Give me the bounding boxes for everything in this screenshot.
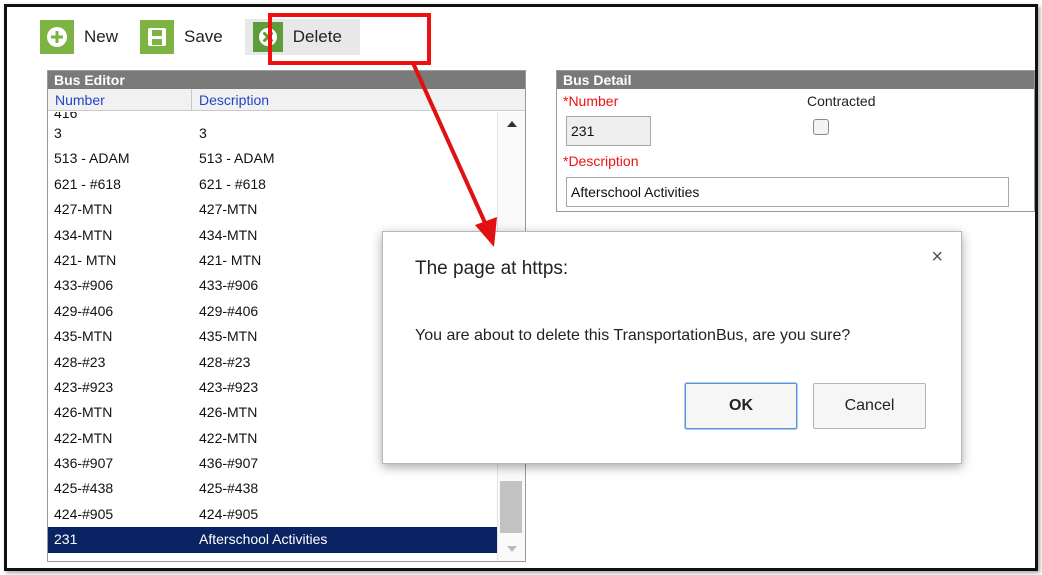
number-field[interactable]: 231 <box>566 116 651 146</box>
row-number: 426-MTN <box>54 404 113 421</box>
floppy-disk-icon <box>140 20 175 54</box>
row-description: 3 <box>199 125 207 141</box>
row-number: 416 <box>54 112 78 121</box>
row-number: 424-#905 <box>54 505 114 522</box>
scrollbar-thumb[interactable] <box>500 481 522 533</box>
dialog-message: You are about to delete this Transportat… <box>415 327 851 344</box>
save-button[interactable]: Save <box>140 17 233 57</box>
redacted-url-area <box>603 246 911 292</box>
table-row[interactable]: 425-#438 425-#438 <box>48 476 497 501</box>
row-description: 513 - ADAM <box>199 150 275 167</box>
row-number: 428-#23 <box>54 353 106 370</box>
description-label: *Description <box>563 153 639 169</box>
plus-circle-icon <box>40 20 74 54</box>
row-number: 427-MTN <box>54 201 113 218</box>
row-number: 434-MTN <box>54 226 113 243</box>
scroll-down-arrow-icon[interactable] <box>507 546 517 552</box>
row-number: 621 - #618 <box>54 175 121 192</box>
column-headers: Number Description <box>48 89 525 111</box>
description-field[interactable]: Afterschool Activities <box>566 177 1009 207</box>
close-icon[interactable]: × <box>931 246 943 269</box>
list-item[interactable]: 416 <box>48 112 497 121</box>
row-description: 427-MTN <box>199 201 258 218</box>
table-row[interactable]: 424-#905 424-#905 <box>48 502 497 527</box>
row-description <box>199 112 497 121</box>
save-button-label: Save <box>184 27 223 46</box>
number-label: *Number <box>563 93 619 109</box>
row-description: Afterschool Activities <box>199 531 328 548</box>
table-row[interactable]: 513 - ADAM 513 - ADAM <box>48 146 497 171</box>
bus-detail-title: Bus Detail <box>557 71 1034 89</box>
row-number: 423-#923 <box>54 378 114 395</box>
column-header-number[interactable]: Number <box>48 89 192 110</box>
row-number: 425-#438 <box>54 480 114 497</box>
new-button[interactable]: New <box>40 17 128 57</box>
table-row[interactable]: 427-MTN 427-MTN <box>48 197 497 222</box>
row-number: 3 <box>54 125 62 141</box>
row-number: 433-#906 <box>54 277 114 294</box>
scroll-up-arrow-icon[interactable] <box>507 121 517 127</box>
row-number: 422-MTN <box>54 429 113 446</box>
row-number: 513 - ADAM <box>54 150 130 167</box>
annotation-highlight-box <box>268 13 431 65</box>
ok-button[interactable]: OK <box>685 383 797 429</box>
new-button-label: New <box>84 27 119 46</box>
row-number: 429-#406 <box>54 302 114 319</box>
row-number: 436-#907 <box>54 455 114 472</box>
row-number: 231 <box>54 531 78 548</box>
row-number: 421- MTN <box>54 251 117 268</box>
bus-detail-panel: Bus Detail *Number 231 Contracted *Descr… <box>556 70 1035 212</box>
row-description: 424-#905 <box>199 505 259 522</box>
row-description: 425-#438 <box>199 480 259 497</box>
table-row[interactable]: 621 - #618 621 - #618 <box>48 172 497 197</box>
table-row[interactable]: 33 <box>48 121 497 146</box>
contracted-checkbox[interactable] <box>813 119 829 135</box>
row-description: 621 - #618 <box>199 175 266 192</box>
dialog-title: The page at https: <box>415 258 569 279</box>
contracted-label: Contracted <box>807 93 876 109</box>
bus-editor-title: Bus Editor <box>48 71 525 89</box>
row-number: 435-MTN <box>54 328 113 345</box>
cancel-button[interactable]: Cancel <box>813 383 926 429</box>
column-header-description[interactable]: Description <box>192 89 525 110</box>
table-row-selected[interactable]: 231 Afterschool Activities <box>48 527 497 553</box>
confirm-delete-dialog: The page at https: × You are about to de… <box>382 231 962 464</box>
